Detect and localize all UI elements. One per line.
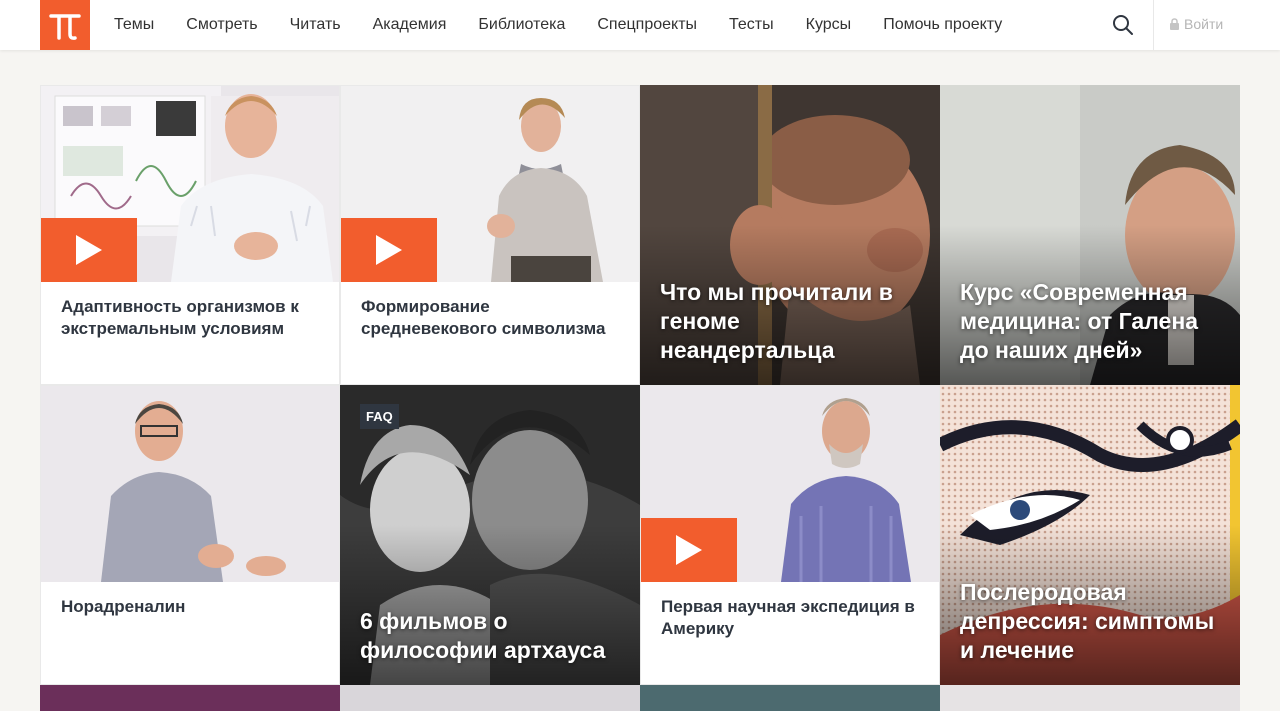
- card-noradrenaline[interactable]: Норадреналин: [40, 385, 340, 685]
- main-nav: Темы Смотреть Читать Академия Библиотека…: [114, 0, 1034, 50]
- card-postpartum-depression[interactable]: Послеродовая депрессия: симптомы и лечен…: [940, 385, 1240, 685]
- card-title[interactable]: Курс «Современная медицина: от Галена до…: [960, 278, 1220, 365]
- play-icon: [676, 535, 702, 565]
- nav-academy[interactable]: Академия: [373, 16, 447, 34]
- card-partial-1[interactable]: [40, 685, 340, 711]
- card-partial-3[interactable]: [640, 685, 940, 711]
- card-medieval-symbolism[interactable]: Формирование средневекового символизма: [340, 85, 640, 385]
- video-badge: [641, 518, 737, 582]
- site-logo[interactable]: [40, 0, 90, 50]
- nav-topics[interactable]: Темы: [114, 16, 154, 34]
- nav-donate[interactable]: Помочь проекту: [883, 16, 1002, 34]
- card-image: [641, 386, 939, 582]
- card-title[interactable]: Послеродовая депрессия: симптомы и лечен…: [960, 578, 1220, 665]
- nav-library[interactable]: Библиотека: [478, 16, 565, 34]
- card-image: [41, 86, 339, 282]
- card-america-expedition[interactable]: Первая научная экспедиция в Америку: [640, 385, 940, 685]
- nav-courses[interactable]: Курсы: [806, 16, 852, 34]
- lock-icon: [1170, 18, 1179, 30]
- card-title[interactable]: Первая научная экспедиция в Америку: [661, 596, 919, 640]
- video-badge: [341, 218, 437, 282]
- card-title[interactable]: Что мы прочитали в геноме неандертальца: [660, 278, 920, 365]
- login-label: Войти: [1184, 16, 1224, 32]
- login-button[interactable]: Войти: [1169, 16, 1223, 32]
- card-neanderthal[interactable]: Что мы прочитали в геноме неандертальца: [640, 85, 940, 385]
- video-badge: [41, 218, 137, 282]
- pi-logo-icon: [49, 14, 81, 40]
- nav-tests[interactable]: Тесты: [729, 16, 774, 34]
- nav-watch[interactable]: Смотреть: [186, 16, 257, 34]
- card-title[interactable]: Формирование средневекового символизма: [361, 296, 619, 340]
- content-grid: Адаптивность организмов к экстремальным …: [40, 85, 1240, 711]
- play-icon: [376, 235, 402, 265]
- search-icon[interactable]: [1111, 13, 1135, 37]
- card-adaptation[interactable]: Адаптивность организмов к экстремальным …: [40, 85, 340, 385]
- card-partial-4[interactable]: [940, 685, 1240, 711]
- card-image: [341, 86, 639, 282]
- card-medicine-course[interactable]: Курс «Современная медицина: от Галена до…: [940, 85, 1240, 385]
- top-bar: Темы Смотреть Читать Академия Библиотека…: [0, 0, 1280, 50]
- card-arthouse-films[interactable]: FAQ 6 фильмов о философии артхауса: [340, 385, 640, 685]
- card-partial-2[interactable]: [340, 685, 640, 711]
- card-image: [41, 386, 339, 582]
- play-icon: [76, 235, 102, 265]
- header-divider: [1153, 0, 1154, 50]
- card-title[interactable]: 6 фильмов о философии артхауса: [360, 607, 620, 665]
- card-title[interactable]: Адаптивность организмов к экстремальным …: [61, 296, 319, 340]
- nav-read[interactable]: Читать: [290, 16, 341, 34]
- nav-special-projects[interactable]: Спецпроекты: [597, 16, 697, 34]
- faq-badge: FAQ: [360, 404, 399, 429]
- card-title[interactable]: Норадреналин: [61, 596, 319, 618]
